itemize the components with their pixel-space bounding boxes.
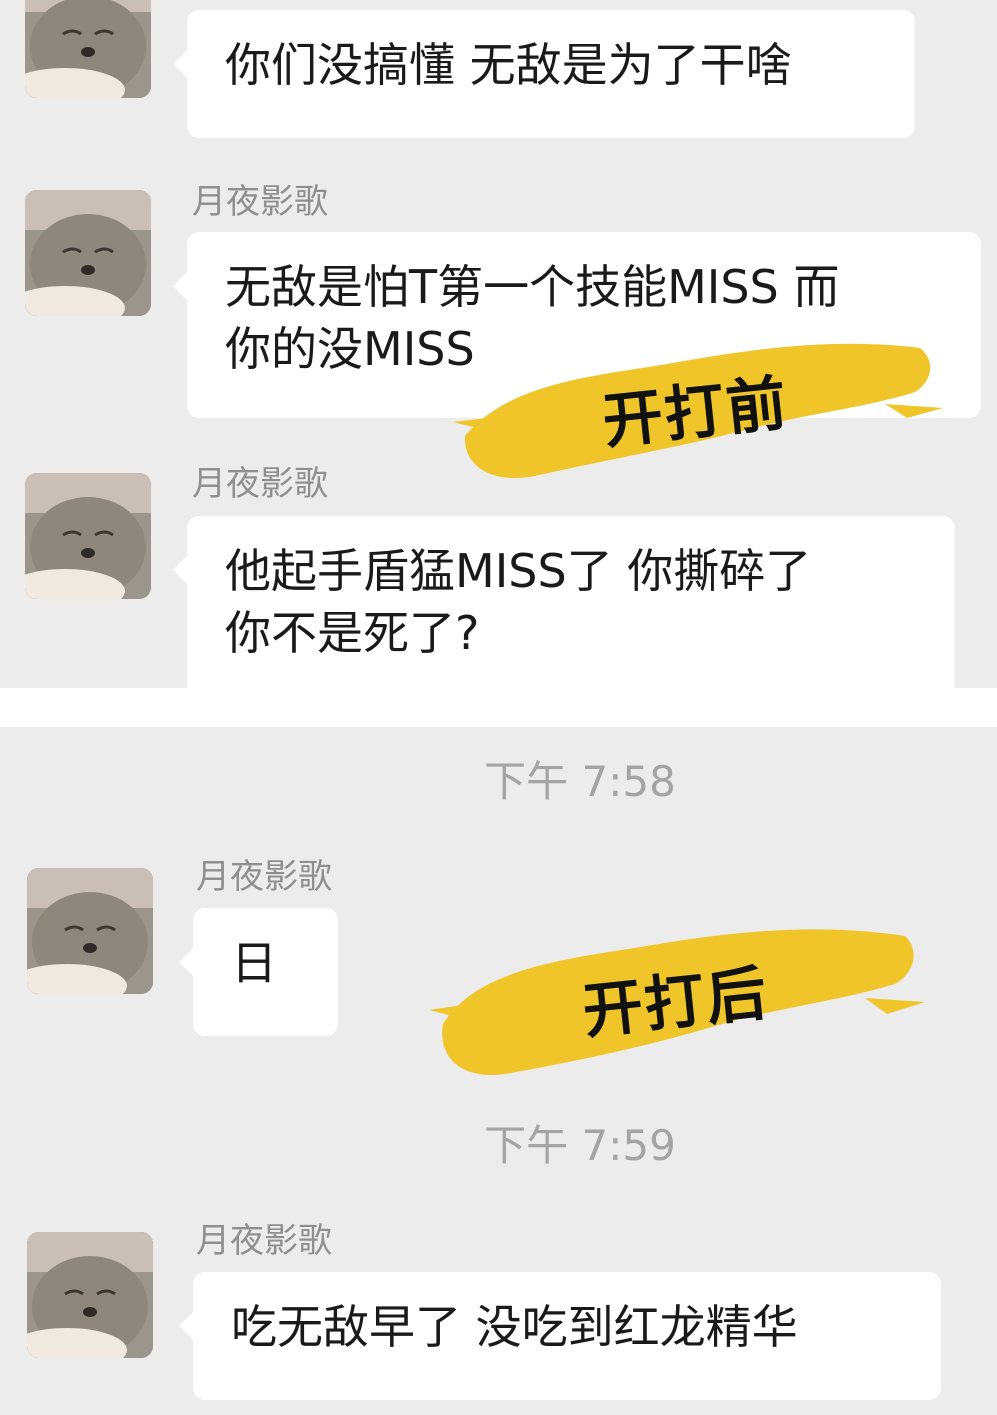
cat-avatar-icon bbox=[27, 868, 153, 994]
chat-panel-before: 你们没搞懂 无敌是为了干啥 月夜影歌 无敌是怕T第一个技能MISS 而 你的没M… bbox=[0, 0, 997, 688]
sender-name: 月夜影歌 bbox=[192, 182, 328, 222]
avatar[interactable] bbox=[25, 0, 151, 98]
cat-avatar-icon bbox=[27, 1232, 153, 1358]
avatar[interactable] bbox=[25, 190, 151, 316]
message-bubble[interactable]: 他起手盾猛MISS了 你撕碎了 你不是死了? bbox=[173, 516, 955, 688]
message-text: 你不是死了? bbox=[225, 606, 480, 660]
avatar[interactable] bbox=[27, 1232, 153, 1358]
sticker-before: 开打前 bbox=[445, 318, 945, 496]
sender-name: 月夜影歌 bbox=[196, 1221, 332, 1261]
message-text: 你们没搞懂 无敌是为了干啥 bbox=[225, 38, 792, 92]
timestamp: 下午 7:58 bbox=[484, 757, 676, 806]
message-text: 他起手盾猛MISS了 你撕碎了 bbox=[225, 544, 812, 598]
cat-avatar-icon bbox=[25, 0, 151, 98]
message-text: 日 bbox=[231, 936, 277, 990]
sender-name: 月夜影歌 bbox=[196, 857, 332, 897]
avatar[interactable] bbox=[25, 473, 151, 599]
message-bubble[interactable]: 日 bbox=[179, 908, 338, 1036]
chat-panel-after: 下午 7:58 月夜影歌 日 开打后 下午 7:59 月夜影歌 吃无敌早了 没吃… bbox=[0, 727, 997, 1415]
sender-name: 月夜影歌 bbox=[192, 464, 328, 504]
message-bubble[interactable]: 吃无敌早了 没吃到红龙精华 bbox=[179, 1272, 941, 1400]
cat-avatar-icon bbox=[25, 473, 151, 599]
sticker-after: 开打后 bbox=[425, 902, 925, 1092]
panel-divider bbox=[0, 688, 997, 727]
message-text: 吃无敌早了 没吃到红龙精华 bbox=[231, 1300, 798, 1354]
cat-avatar-icon bbox=[25, 190, 151, 316]
avatar[interactable] bbox=[27, 868, 153, 994]
timestamp: 下午 7:59 bbox=[484, 1121, 676, 1170]
message-bubble[interactable]: 你们没搞懂 无敌是为了干啥 bbox=[173, 10, 915, 138]
